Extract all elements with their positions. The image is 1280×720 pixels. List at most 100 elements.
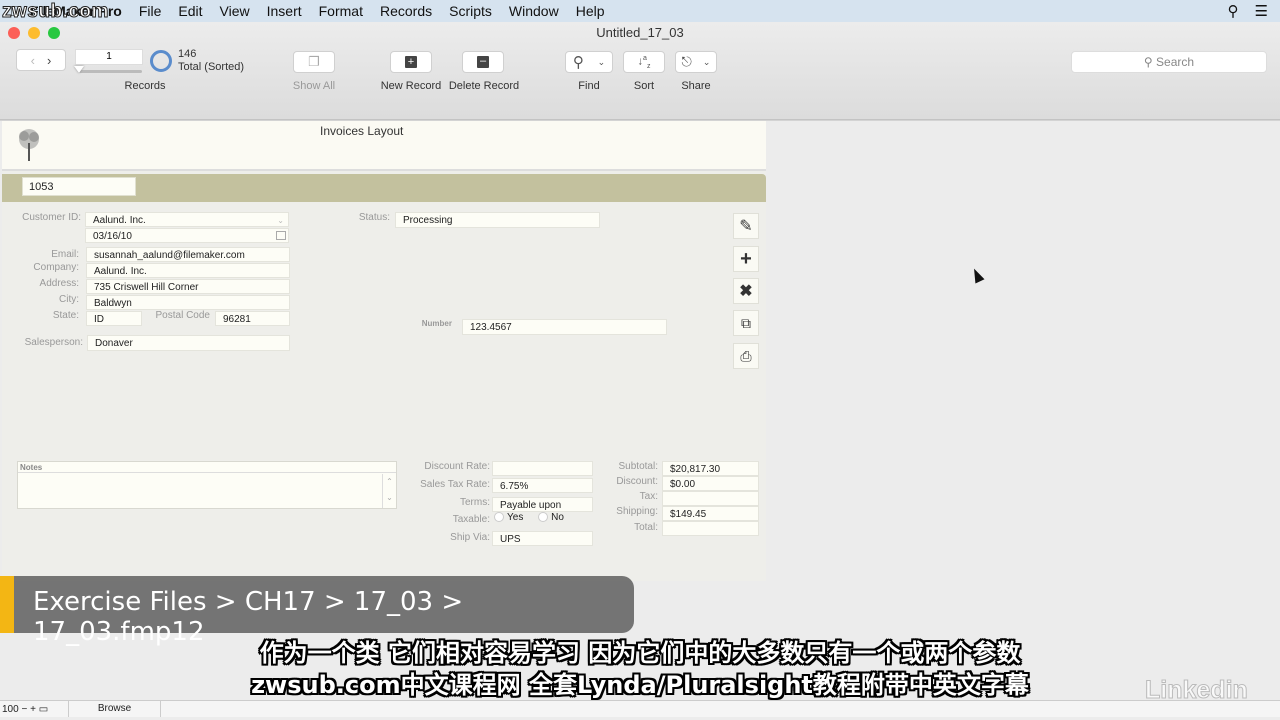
scroll-down-icon[interactable]: ⌄ [383,490,396,506]
subtitle-line-2: zwsub.com中文课程网 全套Lynda/Pluralsight教程附带中英… [251,671,1029,699]
taxable-yes-radio[interactable]: Yes [494,512,523,523]
menu-scripts[interactable]: Scripts [449,3,492,19]
status-field[interactable]: Processing [395,212,600,228]
email-field[interactable]: susannah_aalund@filemaker.com [86,247,290,262]
spotlight-search-icon[interactable]: ⚲ [1228,2,1239,20]
banner-accent [0,576,14,633]
company-field[interactable]: Aalund. Inc. [86,263,290,278]
salesperson-field[interactable]: Donaver [87,335,290,351]
sales-tax-rate-field[interactable]: 6.75% [492,478,593,493]
menu-bar:  FileMaker Pro File Edit View Insert Fo… [0,0,1280,22]
total-field[interactable] [662,521,759,536]
layout-title: Invoices Layout [320,124,404,138]
record-slider[interactable] [78,70,142,73]
notes-scrollbar[interactable]: ⌃ ⌄ [382,474,396,508]
new-record-label: New Record [380,80,442,92]
scroll-up-icon[interactable]: ⌃ [383,474,396,490]
edit-button[interactable]: ✎ [733,213,759,239]
discount-field[interactable]: $0.00 [662,476,759,491]
zoom-level[interactable]: 100 − + ▭ [2,704,48,715]
number-field[interactable]: 123.4567 [462,319,667,335]
toggle-toolbar-icon[interactable]: ▭ [39,704,48,715]
sort-az-icon: ↓az [637,54,651,70]
current-record-input[interactable]: 1 [75,49,143,65]
quick-find-search-input[interactable]: ⚲ Search [1071,51,1267,73]
new-record-button[interactable]: + [390,51,432,73]
previous-record-icon[interactable]: ‹ [31,53,35,68]
menu-help[interactable]: Help [576,3,605,19]
ship-via-field[interactable]: UPS [492,531,593,546]
state-label: State: [52,310,79,321]
show-all-button[interactable]: ❐ [293,51,335,73]
notes-label: Notes [20,463,43,472]
tax-field[interactable] [662,491,759,506]
shipping-label: Shipping: [616,506,658,517]
city-field[interactable]: Baldwyn [86,295,290,310]
record-total: 146 [178,48,197,60]
customer-id-dropdown[interactable]: Aalund. Inc. ⌄ [85,212,289,227]
window-title: Untitled_17_03 [596,25,684,40]
status-label: Status: [358,212,390,223]
zoom-out-icon[interactable]: − [21,704,27,715]
postal-code-field[interactable]: 96281 [215,311,290,326]
taxable-label: Taxable: [452,514,490,525]
company-label: Company: [33,262,79,273]
record-nav: ‹ › [16,49,66,71]
show-all-icon: ❐ [308,54,320,69]
zoom-in-icon[interactable]: + [30,704,36,715]
menu-file[interactable]: File [139,3,162,19]
ship-via-label: Ship Via: [450,532,490,543]
empty-area [766,121,1280,684]
notes-field[interactable]: Notes ⌃ ⌄ [17,461,397,509]
menu-records[interactable]: Records [380,3,432,19]
number-label: Number [421,319,452,328]
find-button[interactable]: ⚲ ⌄ [565,51,613,73]
customer-id-value: Aalund. Inc. [93,215,146,226]
shipping-field[interactable]: $149.45 [662,506,759,521]
date-field[interactable]: 03/16/10 [85,228,289,243]
share-icon: ⎋ [681,54,692,69]
add-button[interactable]: + [733,246,759,272]
sort-button[interactable]: ↓az [623,51,665,73]
calendar-icon[interactable] [276,231,286,240]
total-label: Total: [634,522,658,533]
menu-insert[interactable]: Insert [267,3,302,19]
next-record-icon[interactable]: › [47,53,51,68]
duplicate-button[interactable]: ⧉ [733,310,759,336]
terms-label: Terms: [460,497,490,508]
record-pie-icon [150,50,172,72]
taxable-no-label: No [551,512,564,523]
notification-list-icon[interactable]: ☰ [1255,2,1268,20]
delete-button[interactable]: ✖ [733,278,759,304]
subtitle-line-1: 作为一个类 它们相对容易学习 因为它们中的大多数只有一个或两个参数 [259,639,1021,667]
search-icon: ⚲ [1143,55,1153,69]
menu-window[interactable]: Window [509,3,559,19]
menu-edit[interactable]: Edit [178,3,202,19]
status-bar: 100 − + ▭ Browse [0,700,1280,717]
invoice-id-field[interactable]: 1053 [22,177,136,196]
address-label: Address: [39,278,79,289]
address-field[interactable]: 735 Criswell Hill Corner [86,279,290,294]
chevron-down-icon[interactable]: ⌄ [703,57,711,68]
discount-rate-field[interactable] [492,461,593,476]
delete-record-button[interactable]: – [462,51,504,73]
postal-code-label: Postal Code [155,310,210,321]
layout-header: Invoices Layout [2,121,766,171]
state-field[interactable]: ID [86,311,142,326]
print-button[interactable]: ⎙ [733,343,759,369]
invoice-layout: Invoices Layout 1053 Customer ID: Aalund… [2,121,766,581]
record-slider-handle[interactable] [74,66,84,73]
subtotal-field[interactable]: $20,817.30 [662,461,759,476]
exercise-file-banner: Exercise Files > CH17 > 17_03 > 17_03.fm… [0,576,634,647]
share-button[interactable]: ⎋ ⌄ [675,51,717,73]
customer-id-label: Customer ID: [22,212,81,223]
chevron-down-icon[interactable]: ⌄ [598,57,606,68]
sales-tax-rate-label: Sales Tax Rate: [420,479,490,490]
terms-field[interactable]: Payable upon [492,497,593,512]
mode-indicator[interactable]: Browse [68,701,161,717]
menu-format[interactable]: Format [319,3,363,19]
radio-icon [494,512,504,523]
taxable-no-radio[interactable]: No [538,512,564,523]
zoom-value: 100 [2,704,19,715]
menu-view[interactable]: View [220,3,250,19]
